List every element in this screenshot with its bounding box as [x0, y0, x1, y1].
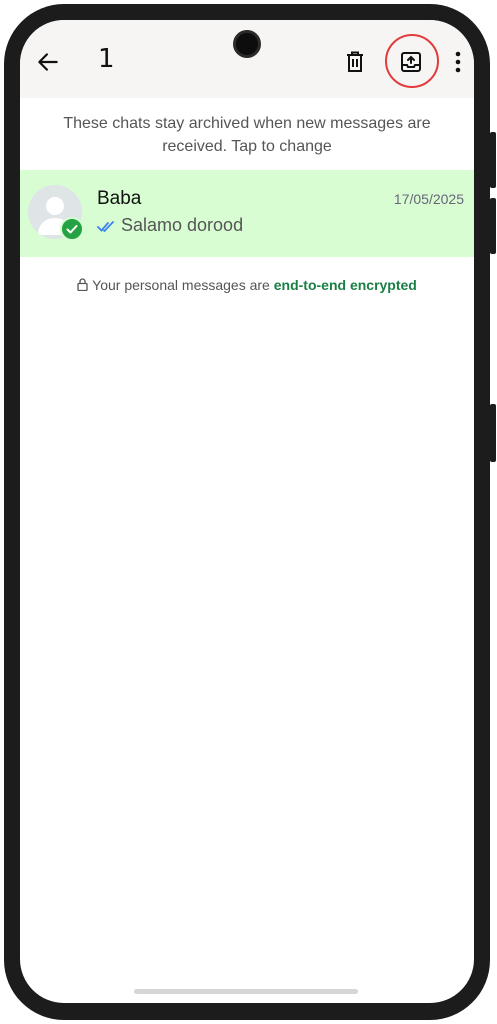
volume-down-button — [490, 198, 496, 254]
chat-date: 17/05/2025 — [393, 191, 464, 207]
back-button[interactable] — [32, 46, 64, 78]
selected-check-badge — [60, 217, 84, 241]
unarchive-icon — [401, 52, 421, 72]
power-button — [490, 404, 496, 462]
home-indicator[interactable] — [134, 989, 358, 994]
more-options-button[interactable] — [448, 46, 468, 78]
unarchive-button[interactable] — [396, 46, 426, 78]
chat-name: Baba — [97, 188, 142, 209]
arrow-left-icon — [38, 53, 58, 71]
volume-up-button — [490, 132, 496, 188]
more-vertical-icon — [455, 51, 461, 73]
chat-message-text: Salamo dorood — [121, 215, 244, 235]
chat-last-message: Salamo dorood — [97, 215, 243, 236]
screen: 1 These chats stay archived when new mes… — [20, 20, 474, 1003]
front-camera — [233, 30, 261, 58]
delete-button[interactable] — [340, 46, 370, 78]
encryption-notice[interactable]: Your personal messages are end-to-end en… — [20, 277, 474, 293]
chat-row[interactable]: Baba 17/05/2025 Salamo dorood — [20, 170, 474, 257]
trash-icon — [347, 51, 363, 72]
encryption-prefix: Your personal messages are — [92, 277, 270, 293]
check-icon — [66, 225, 78, 234]
selected-count: 1 — [98, 44, 115, 74]
encryption-link[interactable]: end-to-end encrypted — [274, 277, 417, 293]
lock-icon — [77, 278, 88, 291]
archive-info-text[interactable]: These chats stay archived when new messa… — [40, 112, 454, 158]
double-tick-icon — [97, 220, 114, 232]
